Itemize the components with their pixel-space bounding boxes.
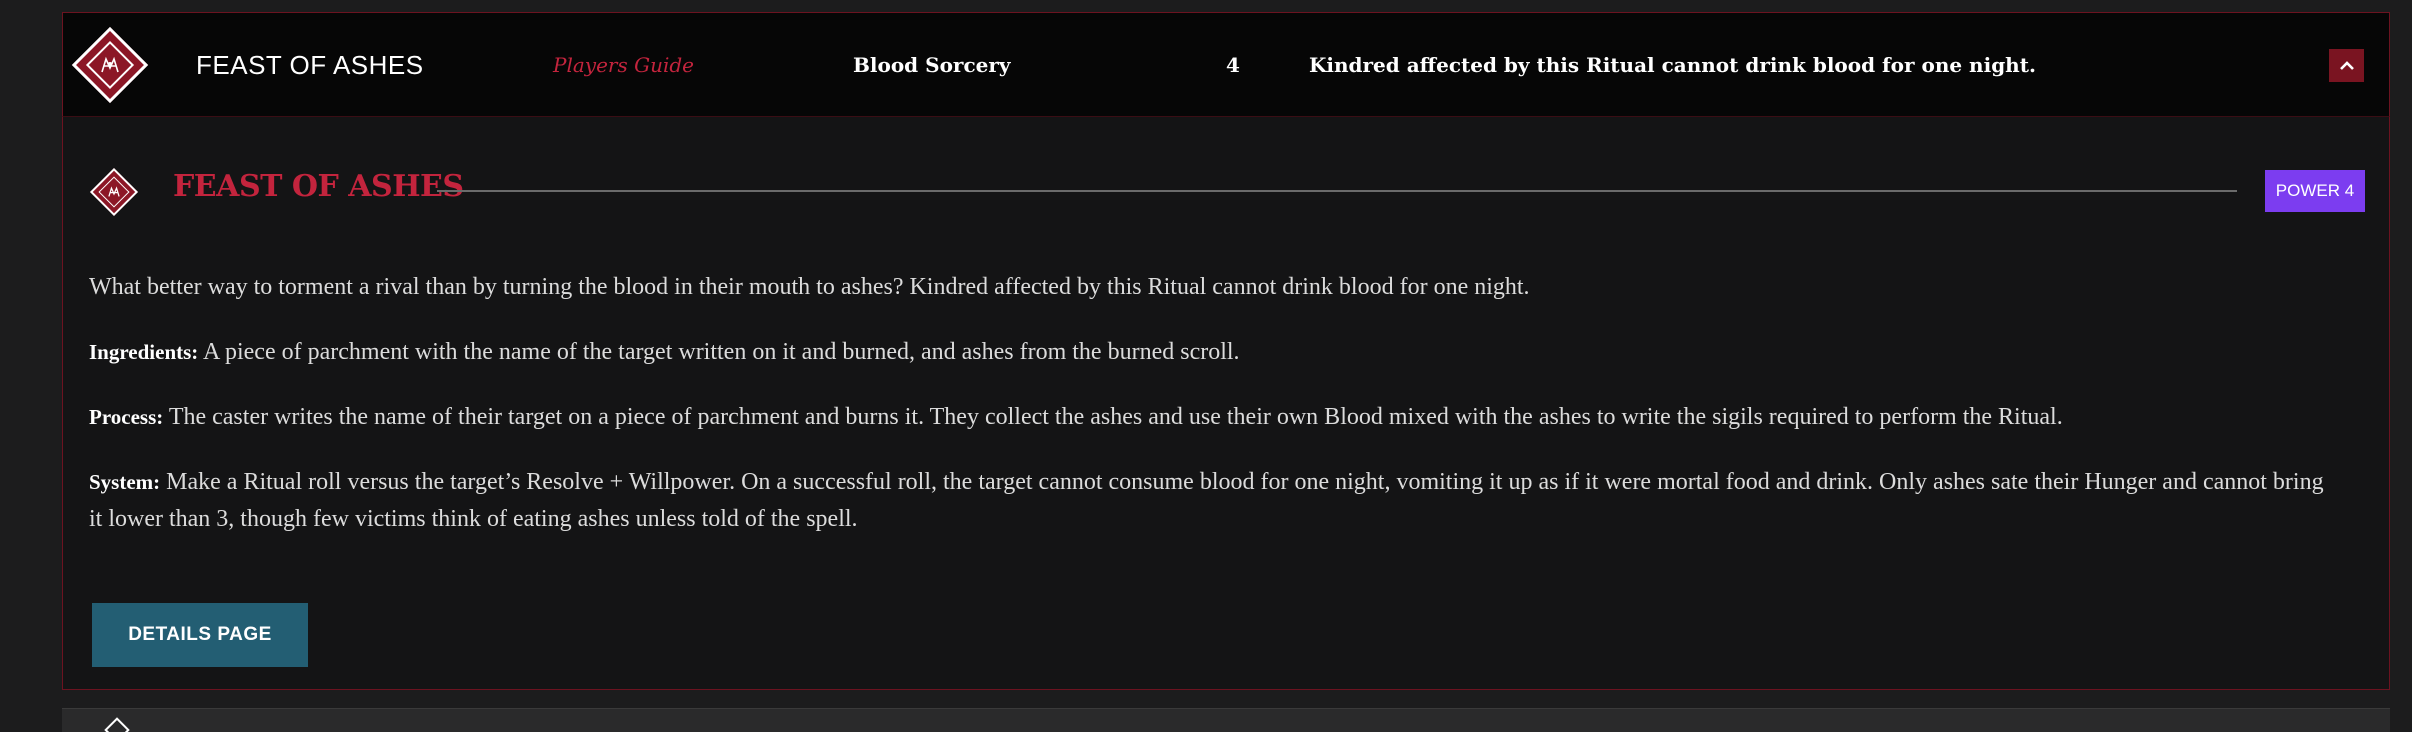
power-detail-panel: FEAST OF ASHES POWER 4 What better way t… [62,116,2390,690]
summary-description: Kindred affected by this Ritual cannot d… [1309,53,2036,77]
process-text: The caster writes the name of their targ… [163,404,2063,430]
summary-source: Players Guide [553,53,694,77]
page: FEAST OF ASHES Players Guide Blood Sorce… [0,0,2412,732]
system-text: Make a Ritual roll versus the target’s R… [89,469,2324,532]
power-summary-row[interactable]: FEAST OF ASHES Players Guide Blood Sorce… [62,12,2390,116]
collapse-toggle-button[interactable] [2329,49,2364,82]
system-label: System: [89,470,161,494]
next-power-summary-row[interactable] [62,708,2390,732]
power-level-badge: POWER 4 [2265,170,2365,212]
process-label: Process: [89,405,164,429]
panel-header: FEAST OF ASHES POWER 4 [63,117,2389,217]
summary-discipline: Blood Sorcery [853,53,1011,77]
summary-title: FEAST OF ASHES [196,49,424,80]
summary-level: 4 [1226,53,1240,77]
details-page-button[interactable]: DETAILS PAGE [92,603,308,667]
process-paragraph: Process: The caster writes the name of t… [89,399,2339,436]
sigil-icon [104,717,130,732]
blood-sorcery-sigil-icon [71,26,149,104]
title-divider [437,190,2237,192]
chevron-up-icon [2339,60,2354,70]
blood-sorcery-sigil-icon [89,167,139,217]
power-description: What better way to torment a rival than … [89,269,2339,566]
intro-paragraph: What better way to torment a rival than … [89,274,1530,300]
ingredients-paragraph: Ingredients: A piece of parchment with t… [89,334,2339,371]
power-title: FEAST OF ASHES [173,169,464,204]
ingredients-label: Ingredients: [89,340,199,364]
ingredients-text: A piece of parchment with the name of th… [198,339,1240,365]
system-paragraph: System: Make a Ritual roll versus the ta… [89,464,2339,538]
